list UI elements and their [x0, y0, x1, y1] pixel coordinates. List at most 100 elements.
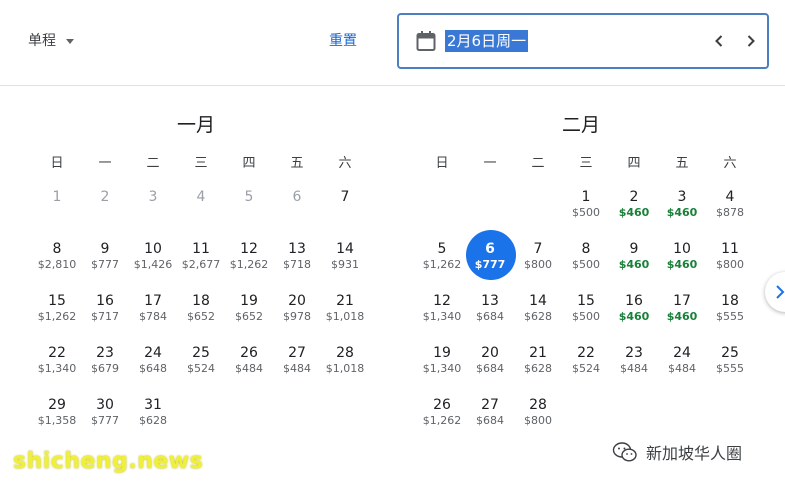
- calendar-day[interactable]: 7: [321, 186, 369, 238]
- day-number: 27: [481, 397, 499, 413]
- calendar-day[interactable]: 25 $555: [706, 342, 754, 394]
- day-price: $628: [524, 310, 552, 323]
- calendar-day[interactable]: 24 $484: [658, 342, 706, 394]
- calendar-day[interactable]: 16 $717: [81, 290, 129, 342]
- calendar-day[interactable]: 22 $1,340: [33, 342, 81, 394]
- calendar-day[interactable]: 5 $1,262: [418, 238, 466, 290]
- calendar-day[interactable]: 31 $628: [129, 394, 177, 446]
- calendar-day[interactable]: 26 $1,262: [418, 394, 466, 446]
- calendar-day[interactable]: 21 $628: [514, 342, 562, 394]
- calendar-day[interactable]: 14 $628: [514, 290, 562, 342]
- day-price: $484: [668, 362, 696, 375]
- weekday-label: 四: [242, 156, 256, 171]
- day-number: 13: [288, 241, 306, 257]
- day-number: 25: [192, 345, 210, 361]
- calendar-day[interactable]: 3 $460: [658, 186, 706, 238]
- calendar-day[interactable]: 19 $652: [225, 290, 273, 342]
- calendar-day[interactable]: 9 $777: [81, 238, 129, 290]
- day-number: 16: [625, 293, 643, 309]
- calendar-day[interactable]: 28 $1,018: [321, 342, 369, 394]
- weekday-label: 六: [723, 156, 737, 171]
- calendar-day[interactable]: 14 $931: [321, 238, 369, 290]
- day-number: 23: [625, 345, 643, 361]
- date-field[interactable]: 2月6日周一: [397, 13, 769, 69]
- day-price: $652: [187, 310, 215, 323]
- calendar-day[interactable]: 27 $484: [273, 342, 321, 394]
- day-price: $524: [572, 362, 600, 375]
- day-number: 23: [96, 345, 114, 361]
- calendar-day[interactable]: 16 $460: [610, 290, 658, 342]
- calendar-day[interactable]: 13 $718: [273, 238, 321, 290]
- calendar-day[interactable]: 23 $484: [610, 342, 658, 394]
- calendar-day[interactable]: 11 $800: [706, 238, 754, 290]
- day-price: $460: [618, 310, 650, 323]
- day-number: 26: [240, 345, 258, 361]
- day-price: $1,018: [325, 310, 365, 323]
- calendar-day[interactable]: 1 $500: [562, 186, 610, 238]
- calendar-day[interactable]: 4 $878: [706, 186, 754, 238]
- calendar-day[interactable]: 12 $1,340: [418, 290, 466, 342]
- day-grid: 1 2 3 4 5 6 7 8 $2,810 9 $777 10 $1,426 11 $2,677 12 $1,…: [33, 186, 369, 446]
- day-price: $1,426: [133, 258, 173, 271]
- calendar-day[interactable]: 29 $1,358: [33, 394, 81, 446]
- calendar-day[interactable]: 2 $460: [610, 186, 658, 238]
- reset-button[interactable]: 重置: [329, 30, 357, 50]
- day-price: $1,340: [422, 310, 462, 323]
- day-price: $628: [139, 414, 167, 427]
- calendar-day[interactable]: 25 $524: [177, 342, 225, 394]
- day-number: 24: [144, 345, 162, 361]
- day-number: 18: [192, 293, 210, 309]
- calendar-day: 1: [33, 186, 81, 238]
- calendar-day[interactable]: 9 $460: [610, 238, 658, 290]
- calendar-day[interactable]: 27 $684: [466, 394, 514, 446]
- calendar-day[interactable]: 13 $684: [466, 290, 514, 342]
- calendar-day[interactable]: 18 $652: [177, 290, 225, 342]
- date-picker-header: 单程 重置 2月6日周一: [0, 0, 785, 86]
- day-price: $978: [283, 310, 311, 323]
- day-number: 19: [240, 293, 258, 309]
- calendar-day[interactable]: 20 $978: [273, 290, 321, 342]
- calendar-day-selected[interactable]: 6 $777: [466, 230, 516, 290]
- calendar-day[interactable]: 17 $460: [658, 290, 706, 342]
- calendar-day[interactable]: 8 $500: [562, 238, 610, 290]
- day-price: $784: [139, 310, 167, 323]
- calendar-day[interactable]: 8 $2,810: [33, 238, 81, 290]
- calendar-day[interactable]: 28 $800: [514, 394, 562, 446]
- calendar-day[interactable]: 10 $460: [658, 238, 706, 290]
- calendar-day[interactable]: 24 $648: [129, 342, 177, 394]
- day-number: 4: [196, 189, 206, 205]
- day-number: 25: [721, 345, 739, 361]
- day-price: $717: [91, 310, 119, 323]
- date-input[interactable]: 2月6日周一: [445, 30, 529, 52]
- calendar-day[interactable]: 22 $524: [562, 342, 610, 394]
- calendar-day[interactable]: 11 $2,677: [177, 238, 225, 290]
- trip-type-dropdown[interactable]: 单程: [28, 30, 74, 50]
- calendar-day[interactable]: 17 $784: [129, 290, 177, 342]
- calendar-day[interactable]: 30 $777: [81, 394, 129, 446]
- day-price: $684: [476, 362, 504, 375]
- weekday-label: 一: [483, 156, 497, 171]
- calendar-day[interactable]: 10 $1,426: [129, 238, 177, 290]
- weekday-label: 六: [338, 156, 352, 171]
- calendar-day[interactable]: 21 $1,018: [321, 290, 369, 342]
- day-price: $1,262: [229, 258, 269, 271]
- chevron-right-icon[interactable]: [741, 31, 761, 51]
- calendar-day[interactable]: 23 $679: [81, 342, 129, 394]
- calendar-day[interactable]: 18 $555: [706, 290, 754, 342]
- calendar-day[interactable]: 19 $1,340: [418, 342, 466, 394]
- day-price: $460: [666, 206, 698, 219]
- next-month-button[interactable]: [765, 272, 785, 312]
- calendar-day[interactable]: 12 $1,262: [225, 238, 273, 290]
- calendar-day: 3: [129, 186, 177, 238]
- day-price: $500: [572, 206, 600, 219]
- calendar-day[interactable]: 15 $500: [562, 290, 610, 342]
- calendar-day[interactable]: 7 $800: [514, 238, 562, 290]
- calendar-day[interactable]: 20 $684: [466, 342, 514, 394]
- day-number: 15: [48, 293, 66, 309]
- chevron-left-icon[interactable]: [709, 31, 729, 51]
- calendar-day[interactable]: 26 $484: [225, 342, 273, 394]
- day-price: $679: [91, 362, 119, 375]
- day-number: 8: [581, 241, 591, 257]
- day-number: 26: [433, 397, 451, 413]
- calendar-day[interactable]: 15 $1,262: [33, 290, 81, 342]
